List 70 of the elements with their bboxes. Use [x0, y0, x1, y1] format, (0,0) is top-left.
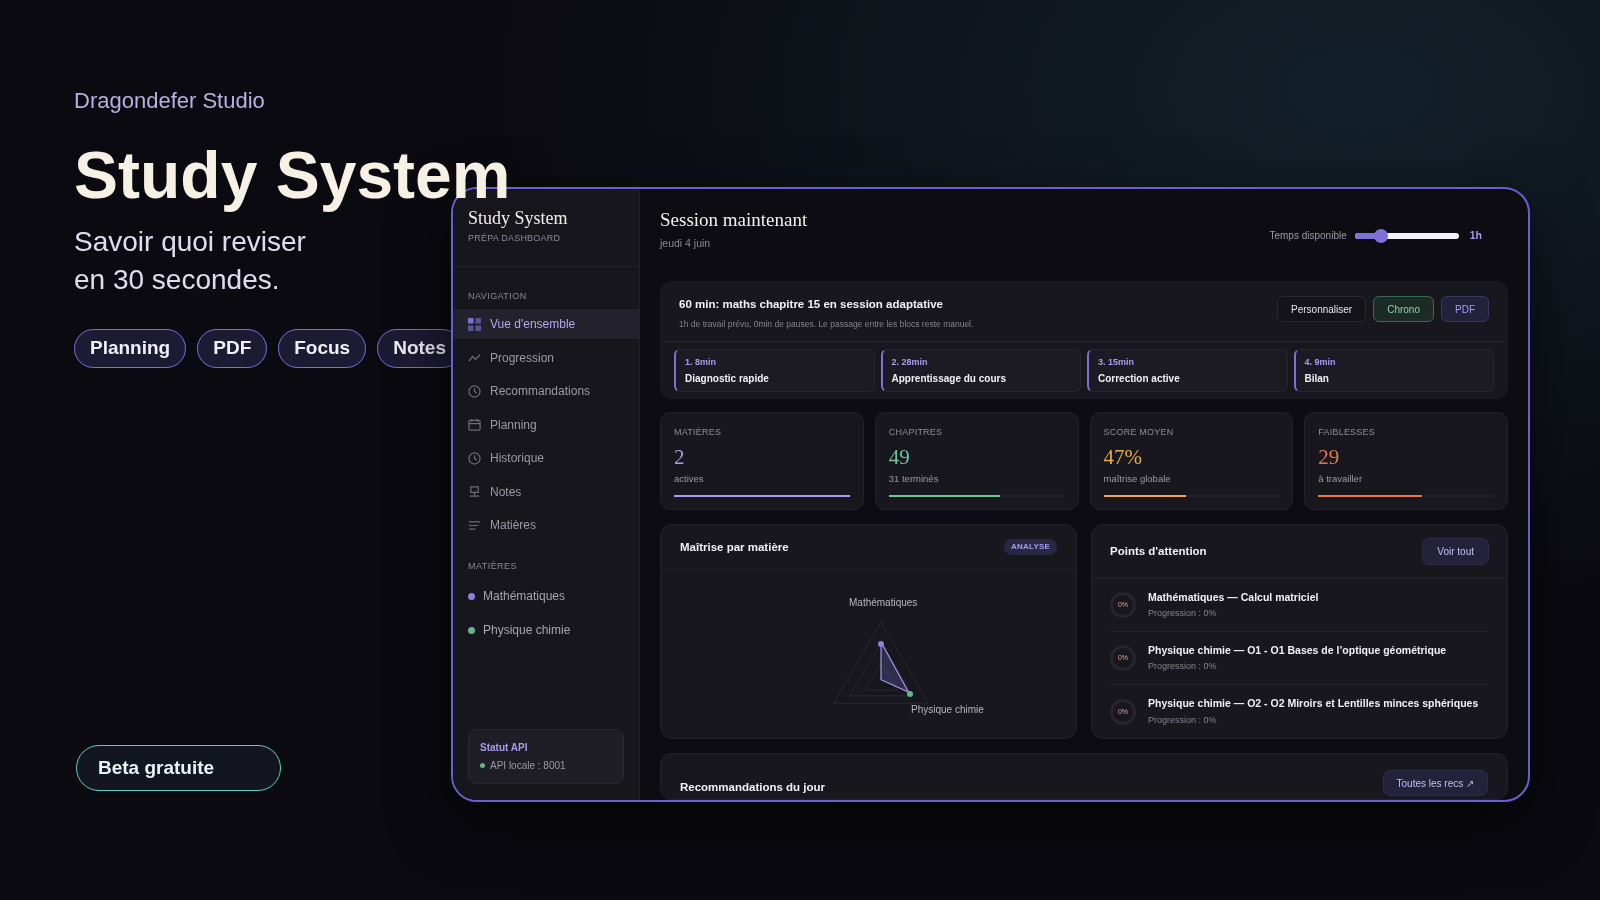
api-status: API locale : 8001 [490, 759, 566, 773]
view-all-button[interactable]: Voir tout [1422, 538, 1489, 566]
stat-label: FAIBLESSES [1318, 426, 1377, 440]
attention-title: Physique chimie — O2 - O2 Miroirs et Lentilles minces sphériques [1148, 696, 1479, 712]
attention-detail: Progression : 0% [1148, 607, 1218, 621]
nav-item[interactable]: Planning [453, 409, 639, 440]
session-title: 60 min: maths chapitre 15 en session adaptative [679, 297, 944, 313]
block-time: 4. 9min [1304, 355, 1337, 369]
attention-title: Physique chimie — O1 - O1 Bases de l’optique géométrique [1148, 642, 1447, 658]
section-heading: NAVIGATION [467, 289, 528, 303]
nav-item[interactable]: Matières [453, 510, 639, 540]
subject-item[interactable]: Physique chimie [453, 615, 639, 645]
clock-icon [468, 451, 481, 465]
feature-pill: Planning [74, 329, 187, 368]
stat-label: SCORE MOYEN [1103, 426, 1175, 440]
calendar-icon [468, 418, 481, 431]
beta-button[interactable]: Beta gratuite [76, 745, 281, 791]
nav-item[interactable]: Vue d'ensemble [453, 309, 639, 339]
stat-value: 2 [674, 444, 686, 469]
block-label: Correction active [1098, 372, 1181, 386]
block-time: 3. 15min [1098, 355, 1136, 369]
block-time: 1. 8min [685, 355, 717, 369]
stat-value: 29 [1318, 444, 1341, 469]
stat-note: 31 terminés [888, 471, 940, 486]
block-label: Bilan [1304, 372, 1330, 386]
feature-pill: Focus [278, 329, 367, 368]
nav-item[interactable]: Historique [453, 443, 639, 473]
attention-detail: Progression : 0% [1148, 660, 1218, 674]
analysis-badge: ANALYSE [1004, 539, 1057, 556]
studio-name: Dragondefer Studio [74, 87, 266, 115]
subject-item[interactable]: Mathématiques [453, 581, 639, 611]
axis-label: Physique chimie [911, 703, 984, 718]
block-label: Apprentissage du cours [891, 372, 1007, 386]
block-time: 2. 28min [891, 355, 929, 369]
block-label: Diagnostic rapide [685, 372, 770, 386]
page-date: jeudi 4 juin [660, 235, 712, 251]
stat-label: CHAPITRES [888, 426, 944, 440]
section-heading: MATIÈRES [467, 559, 518, 573]
all-recommendations-button[interactable]: Toutes les recs ↗ [1382, 770, 1488, 797]
stat-label: MATIÈRES [674, 426, 723, 440]
stat-note: maîtrise globale [1103, 471, 1172, 486]
attention-detail: Progression : 0% [1148, 713, 1218, 727]
action-button[interactable]: Personnaliser [1277, 296, 1367, 323]
card-title: Maîtrise par matière [680, 539, 789, 555]
trend-icon [468, 351, 481, 364]
action-button[interactable]: Chrono [1373, 296, 1434, 323]
page-title: Session maintenant [660, 208, 808, 232]
slider-thumb[interactable] [1373, 228, 1388, 243]
api-title: Statut API [480, 741, 529, 755]
axis-label: Mathématiques [849, 596, 918, 611]
slider-value: 1h [1469, 228, 1482, 243]
app-subtitle: PRÉPA DASHBOARD [468, 232, 562, 245]
slider-label: Temps disponible [1269, 229, 1347, 244]
feature-pill: PDF [197, 329, 268, 368]
stat-value: 47% [1103, 444, 1143, 469]
tagline: en 30 secondes. [74, 263, 280, 297]
stat-note: actives [674, 471, 705, 486]
action-button[interactable]: PDF [1441, 296, 1489, 323]
clock-icon [468, 384, 481, 398]
stat-value: 49 [888, 444, 911, 469]
tagline: Savoir quoi reviser [74, 225, 306, 259]
card-title: Points d'attention [1110, 544, 1207, 560]
list-icon [468, 518, 481, 532]
nav-item[interactable]: Notes [453, 476, 639, 507]
session-subtitle: 1h de travail prévu, 0min de pauses. Le passage entre les blocs reste manuel. [679, 317, 974, 331]
grid-icon [468, 317, 481, 331]
stat-note: à travailler [1318, 471, 1364, 486]
attention-title: Mathématiques — Calcul matriciel [1148, 589, 1319, 605]
card-title: Recommandations du jour [680, 780, 826, 796]
nav-item[interactable]: Recommandations [453, 376, 639, 406]
